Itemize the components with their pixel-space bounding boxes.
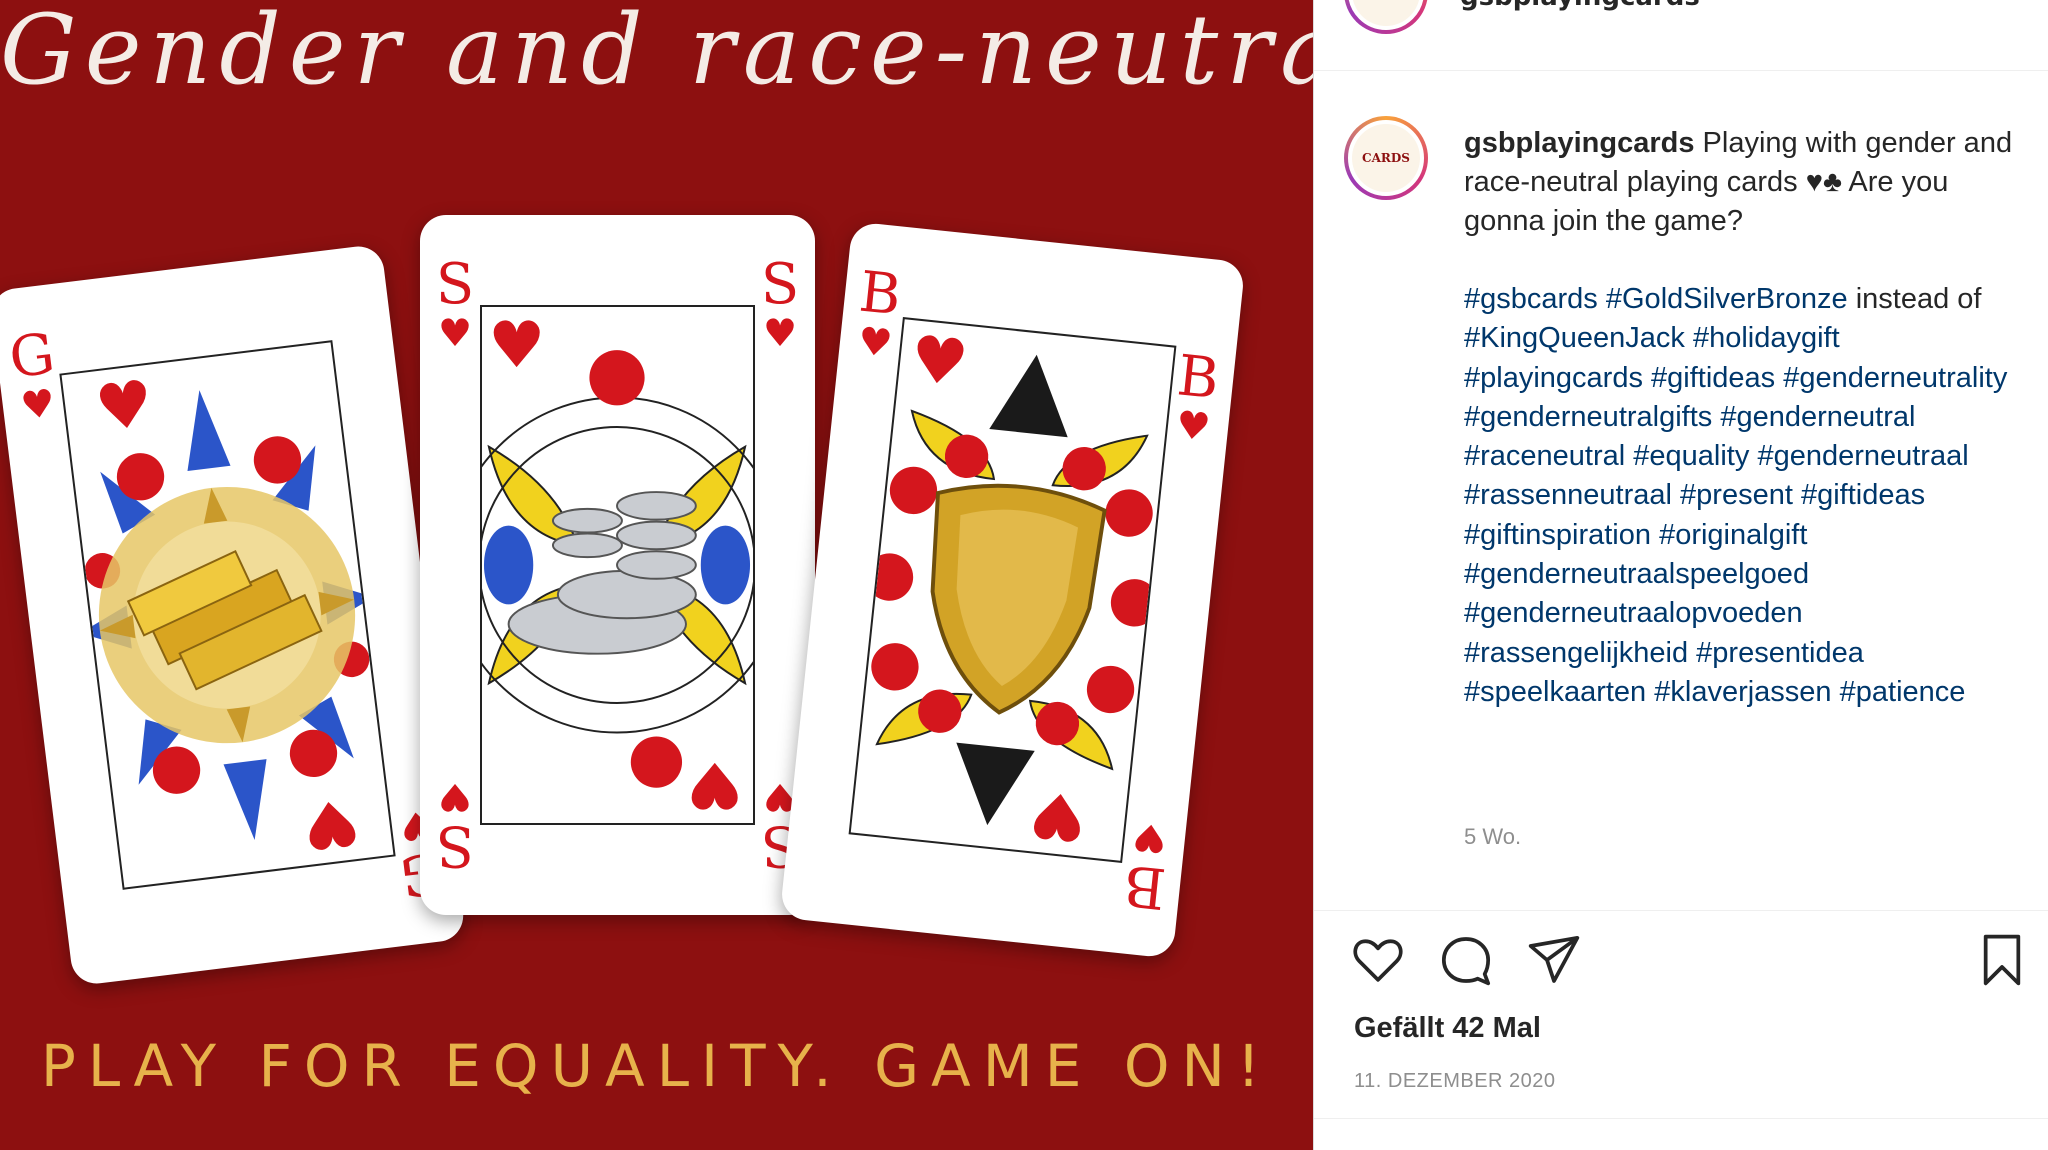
post-header: CARDS gsbplayingcards [1314, 0, 2048, 71]
card-index-top: S ♥ [435, 252, 475, 355]
card-index-bottom-left: S ♥ [435, 775, 475, 878]
playing-card-bronze: B ♥ B ♥ B ♥ ♥ ♥ [779, 221, 1246, 959]
header-avatar[interactable]: CARDS [1344, 0, 1428, 34]
post-image[interactable]: Gender and race-neutral G♥ G♥ [0, 0, 1313, 1150]
hashtag-link[interactable]: #rassenneutraal [1464, 479, 1672, 511]
caption-text: instead of [1855, 283, 1982, 315]
post-side-panel: CARDS gsbplayingcards CARDS gsbplayingca… [1313, 0, 2048, 1150]
playing-card-gold: G♥ G♥ [0, 243, 467, 987]
caption-username[interactable]: gsbplayingcards [1464, 127, 1694, 159]
shield-mandala-icon [865, 354, 1159, 826]
hashtag-link[interactable]: #giftinspiration [1464, 519, 1651, 551]
playing-card-silver: S ♥ S ♥ S ♥ S ♥ ♥ ♥ [420, 215, 815, 915]
hashtag-link[interactable]: #klaverjassen [1654, 676, 1831, 708]
heart-suit-icon: ♥ [488, 309, 546, 383]
hashtag-link[interactable]: #playingcards [1464, 362, 1643, 394]
heart-suit-icon: ♥ [297, 782, 364, 864]
card-index-top: G ♥ [5, 321, 59, 429]
heart-suit-icon: ♥ [1025, 775, 1091, 855]
hashtag-link[interactable]: #giftideas [1801, 479, 1925, 511]
hashtag-block: #gsbcards #GoldSilverBronze instead of #… [1464, 280, 2024, 712]
card-artwork-frame [848, 317, 1177, 863]
hashtag-link[interactable]: #genderneutraalopvoeden [1464, 597, 1803, 629]
hashtag-link[interactable]: #present [1680, 479, 1793, 511]
hashtag-link[interactable]: #giftideas [1651, 362, 1775, 394]
card-index-top-right: S ♥ [760, 252, 800, 355]
hashtag-list: #playingcards #giftideas #genderneutrali… [1464, 362, 2007, 708]
divider [1314, 1118, 2048, 1119]
hashtag-link[interactable]: #equality [1633, 440, 1749, 472]
image-slogan: PLAY FOR EQUALITY. GAME ON! [40, 1032, 1273, 1100]
hashtag-link[interactable]: #raceneutral [1464, 440, 1625, 472]
silver-coins-mandala-icon [482, 350, 753, 788]
likes-count[interactable]: Gefällt 42 Mal [1354, 1012, 1541, 1045]
hashtag-link[interactable]: #holidaygift [1693, 322, 1840, 354]
caption-avatar[interactable]: CARDS [1344, 116, 1428, 200]
paper-plane-icon[interactable] [1526, 932, 1582, 988]
hashtag-link[interactable]: #presentidea [1696, 637, 1864, 669]
hashtag-link[interactable]: #patience [1840, 676, 1966, 708]
comment-bubble-icon[interactable] [1438, 932, 1494, 988]
hashtag-link[interactable]: #genderneutraal [1757, 440, 1968, 472]
post-age[interactable]: 5 Wo. [1464, 824, 1521, 850]
bookmark-icon[interactable] [1974, 932, 2030, 988]
hashtag-link[interactable]: #speelkaarten [1464, 676, 1646, 708]
heart-suit-icon: ♥ [906, 322, 972, 402]
hashtag-link[interactable]: #gsbcards [1464, 283, 1598, 315]
hashtag-link[interactable]: #rassengelijkheid [1464, 637, 1688, 669]
divider [1314, 910, 2048, 911]
image-headline: Gender and race-neutral [0, 0, 1313, 106]
heart-suit-icon: ♥ [685, 747, 743, 821]
post-date[interactable]: 11. DEZEMBER 2020 [1354, 1070, 1556, 1093]
hashtag-link[interactable]: #genderneutralgifts [1464, 401, 1712, 433]
brand-logo-icon: CARDS [1352, 124, 1420, 192]
header-username[interactable]: gsbplayingcards [1460, 0, 1700, 12]
hashtag-link[interactable]: #KingQueenJack [1464, 322, 1685, 354]
hashtag-link[interactable]: #originalgift [1659, 519, 1807, 551]
hashtag-link[interactable]: #genderneutrality [1783, 362, 2007, 394]
heart-icon[interactable] [1350, 932, 1406, 988]
hashtag-link[interactable]: #GoldSilverBronze [1606, 283, 1848, 315]
hashtag-link[interactable]: #genderneutral [1720, 401, 1915, 433]
hashtag-link[interactable]: #genderneutraalspeelgoed [1464, 558, 1809, 590]
post-caption: gsbplayingcards Playing with gender and … [1464, 124, 2024, 241]
heart-suit-icon: ♥ [91, 366, 158, 448]
